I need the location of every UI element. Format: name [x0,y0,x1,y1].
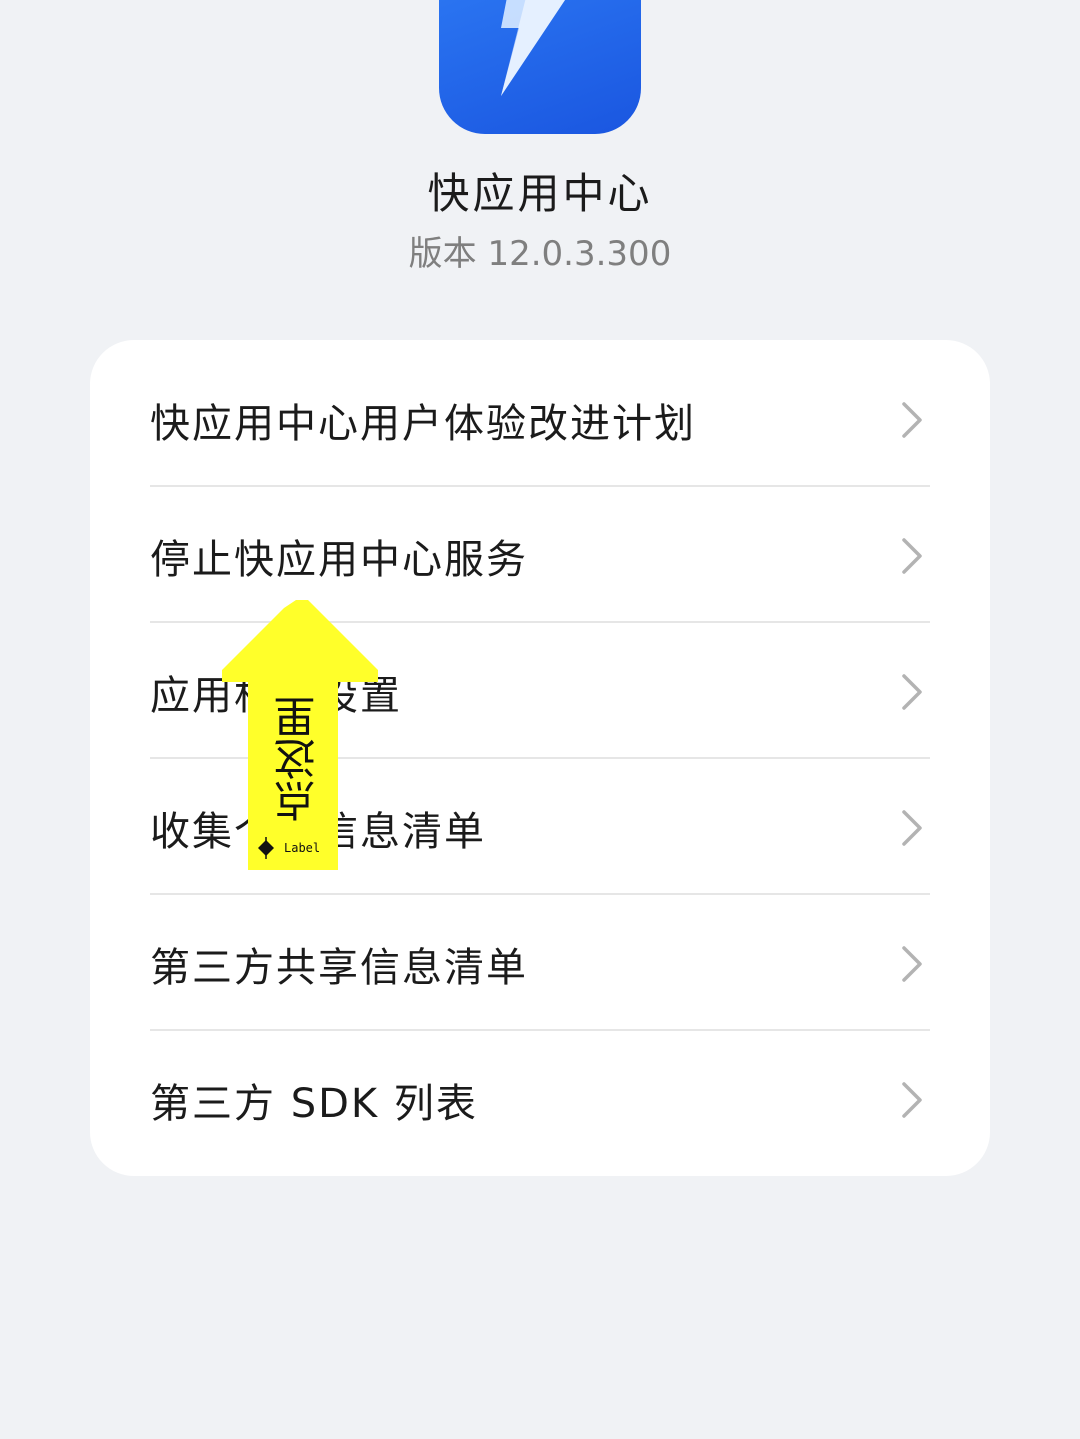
annotation-text: 点这里 [273,696,322,822]
chevron-right-icon [902,1081,922,1118]
chevron-right-icon [902,673,922,710]
app-version: 版本 12.0.3.300 [408,234,672,274]
menu-item-label: 快应用中心用户体验改进计划 [150,400,696,447]
app-name: 快应用中心 [427,169,653,218]
annotation-label: Label [284,841,321,855]
menu-item-label: 第三方共享信息清单 [150,944,528,991]
chevron-right-icon [902,401,922,438]
chevron-right-icon [902,809,922,846]
chevron-right-icon [902,945,922,982]
menu-item-third-party-sdk[interactable]: 第三方 SDK 列表 [150,1032,930,1167]
menu-item-third-party-sharing[interactable]: 第三方共享信息清单 [150,896,930,1031]
divider [150,1029,930,1031]
divider [150,893,930,895]
crosshair-marker-icon [258,837,274,859]
divider [150,485,930,487]
menu-item-label: 第三方 SDK 列表 [150,1080,478,1127]
chevron-right-icon [902,537,922,574]
lightning-icon [501,0,565,96]
menu-item-label: 停止快应用中心服务 [150,536,528,583]
menu-item-ux-improvement[interactable]: 快应用中心用户体验改进计划 [150,352,930,487]
app-icon [439,0,641,134]
